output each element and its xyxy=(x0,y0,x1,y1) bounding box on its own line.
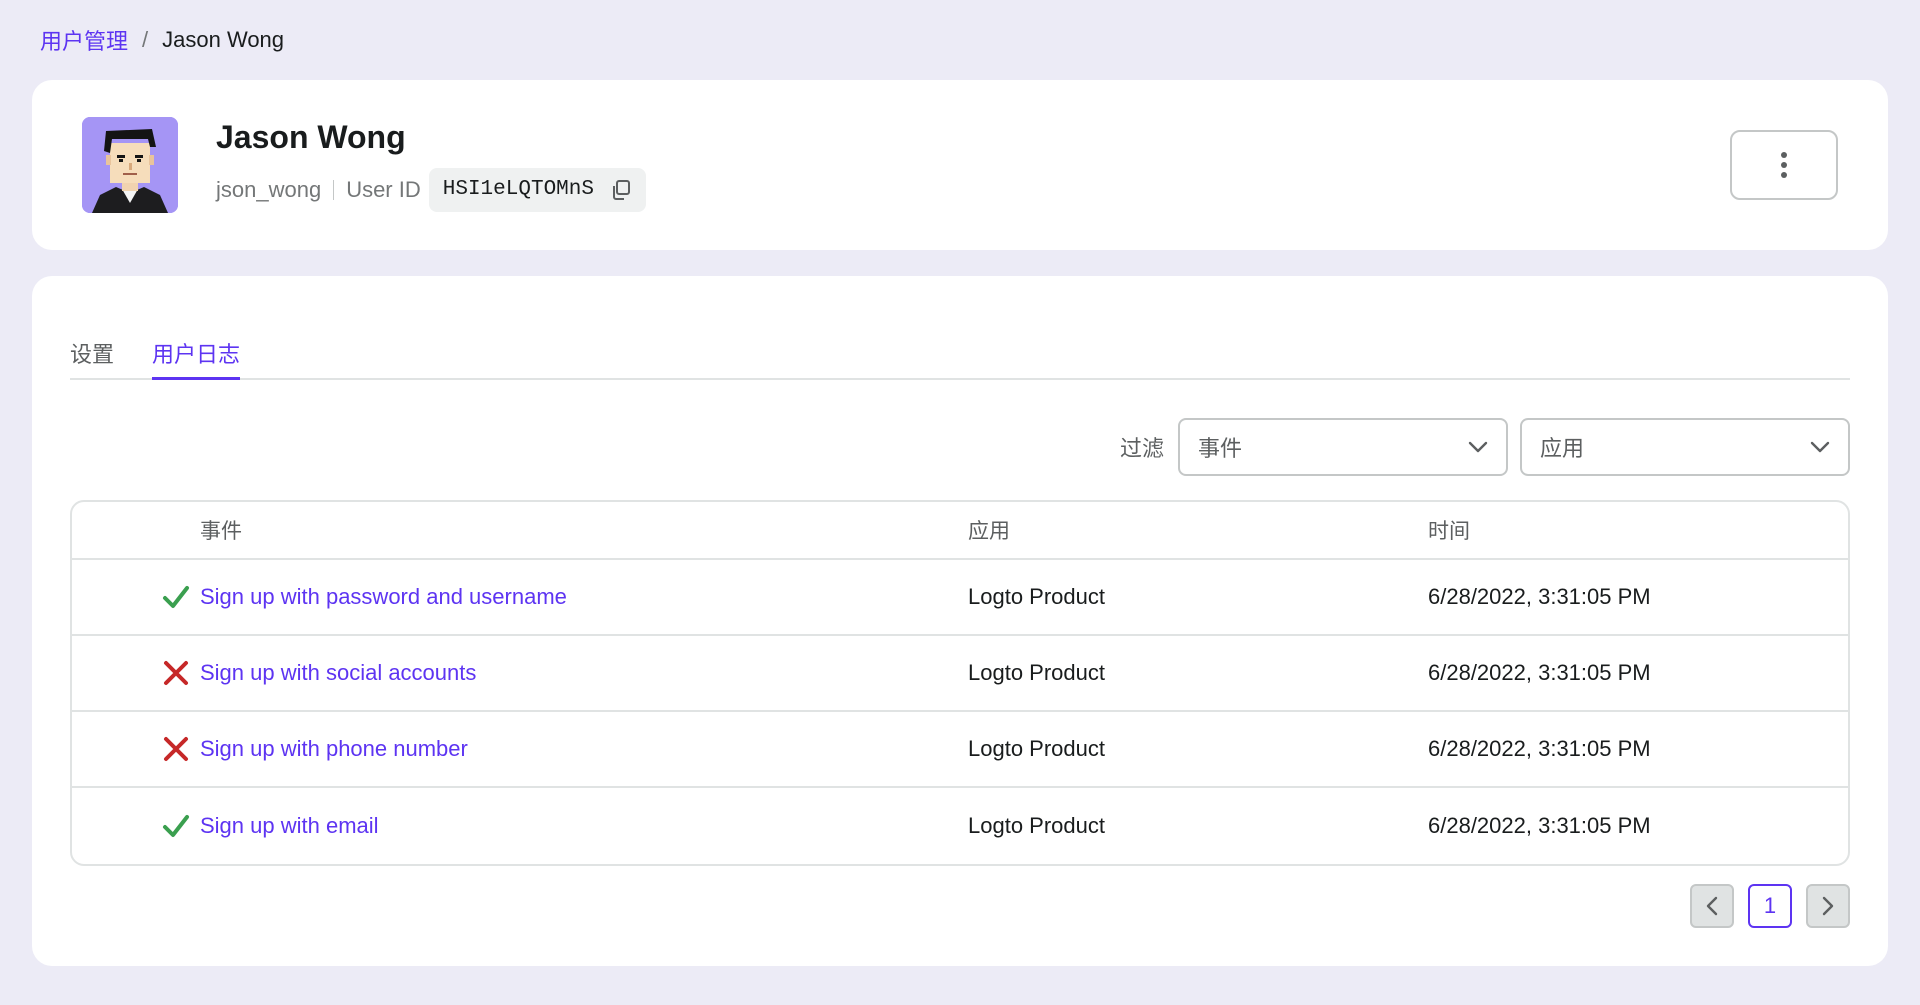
cross-icon xyxy=(164,661,188,685)
previous-page-button[interactable] xyxy=(1690,884,1734,928)
breadcrumb: 用户管理 / Jason Wong xyxy=(32,0,1888,80)
tabs: 设置 用户日志 xyxy=(70,306,1850,380)
chevron-down-icon xyxy=(1468,441,1488,453)
status-cell xyxy=(72,583,200,611)
event-link[interactable]: Sign up with email xyxy=(200,813,968,839)
table-header: 事件 应用 时间 xyxy=(72,502,1848,560)
copy-icon[interactable] xyxy=(610,179,632,201)
avatar xyxy=(82,117,178,213)
breadcrumb-current: Jason Wong xyxy=(162,27,285,52)
page-number-button[interactable]: 1 xyxy=(1748,884,1792,928)
user-logs-card: 设置 用户日志 过滤 事件 应用 事件 应用 时间 Sign up with p… xyxy=(32,276,1888,966)
user-sub-info: json_wong User ID HSI1eLQTOMnS xyxy=(216,167,646,212)
table-row[interactable]: Sign up with email Logto Product 6/28/20… xyxy=(72,788,1848,864)
checkmark-icon xyxy=(163,815,189,837)
time-cell: 6/28/2022, 3:31:05 PM xyxy=(1428,813,1651,838)
event-link[interactable]: Sign up with phone number xyxy=(200,736,968,762)
event-link[interactable]: Sign up with password and username xyxy=(200,584,968,610)
breadcrumb-user-management-link[interactable]: 用户管理 xyxy=(40,24,128,56)
app-cell: Logto Product xyxy=(968,584,1105,609)
status-cell xyxy=(72,735,200,763)
table-row[interactable]: Sign up with password and username Logto… xyxy=(72,560,1848,636)
app-cell: Logto Product xyxy=(968,736,1105,761)
user-id-chip: HSI1eLQTOMnS xyxy=(428,167,646,212)
status-cell xyxy=(72,659,200,687)
column-header-app: 应用 xyxy=(968,520,1010,543)
next-page-button[interactable] xyxy=(1806,884,1850,928)
event-link[interactable]: Sign up with social accounts xyxy=(200,660,968,686)
more-vertical-icon xyxy=(1781,152,1787,178)
user-header-card: Jason Wong json_wong User ID HSI1eLQTOMn… xyxy=(32,80,1888,250)
time-cell: 6/28/2022, 3:31:05 PM xyxy=(1428,736,1651,761)
filter-label: 过滤 xyxy=(1119,436,1164,461)
status-cell xyxy=(72,812,200,840)
app-cell: Logto Product xyxy=(968,660,1105,685)
checkmark-icon xyxy=(163,586,189,608)
breadcrumb-separator: / xyxy=(142,27,149,52)
filter-row: 过滤 事件 应用 xyxy=(70,418,1850,476)
column-header-time: 时间 xyxy=(1428,520,1470,543)
app-cell: Logto Product xyxy=(968,813,1105,838)
username: json_wong xyxy=(216,176,322,202)
time-cell: 6/28/2022, 3:31:05 PM xyxy=(1428,584,1651,609)
tab-settings[interactable]: 设置 xyxy=(70,337,114,380)
time-cell: 6/28/2022, 3:31:05 PM xyxy=(1428,660,1651,685)
user-name: Jason Wong xyxy=(216,118,406,155)
more-options-button[interactable] xyxy=(1730,130,1838,200)
table-row[interactable]: Sign up with phone number Logto Product … xyxy=(72,712,1848,788)
avatar-image xyxy=(82,117,178,213)
chevron-left-icon xyxy=(1706,896,1718,916)
chevron-right-icon xyxy=(1822,896,1834,916)
tab-user-logs[interactable]: 用户日志 xyxy=(152,337,241,380)
user-id-value: HSI1eLQTOMnS xyxy=(442,178,594,201)
table-row[interactable]: Sign up with social accounts Logto Produ… xyxy=(72,636,1848,712)
pagination: 1 xyxy=(1676,884,1850,928)
logs-table: 事件 应用 时间 Sign up with password and usern… xyxy=(70,500,1850,866)
divider xyxy=(333,179,335,200)
app-filter-value: 应用 xyxy=(1540,436,1585,461)
event-filter-value: 事件 xyxy=(1198,436,1243,461)
app-filter-select[interactable]: 应用 xyxy=(1520,418,1850,476)
user-id-label: User ID xyxy=(346,176,421,202)
cross-icon xyxy=(164,737,188,761)
event-filter-select[interactable]: 事件 xyxy=(1178,418,1508,476)
user-meta: Jason Wong json_wong User ID HSI1eLQTOMn… xyxy=(216,119,646,212)
page: 用户管理 / Jason Wong Jason Wong json_wong U… xyxy=(0,0,1920,1005)
column-header-event: 事件 xyxy=(200,520,242,543)
chevron-down-icon xyxy=(1810,441,1830,453)
